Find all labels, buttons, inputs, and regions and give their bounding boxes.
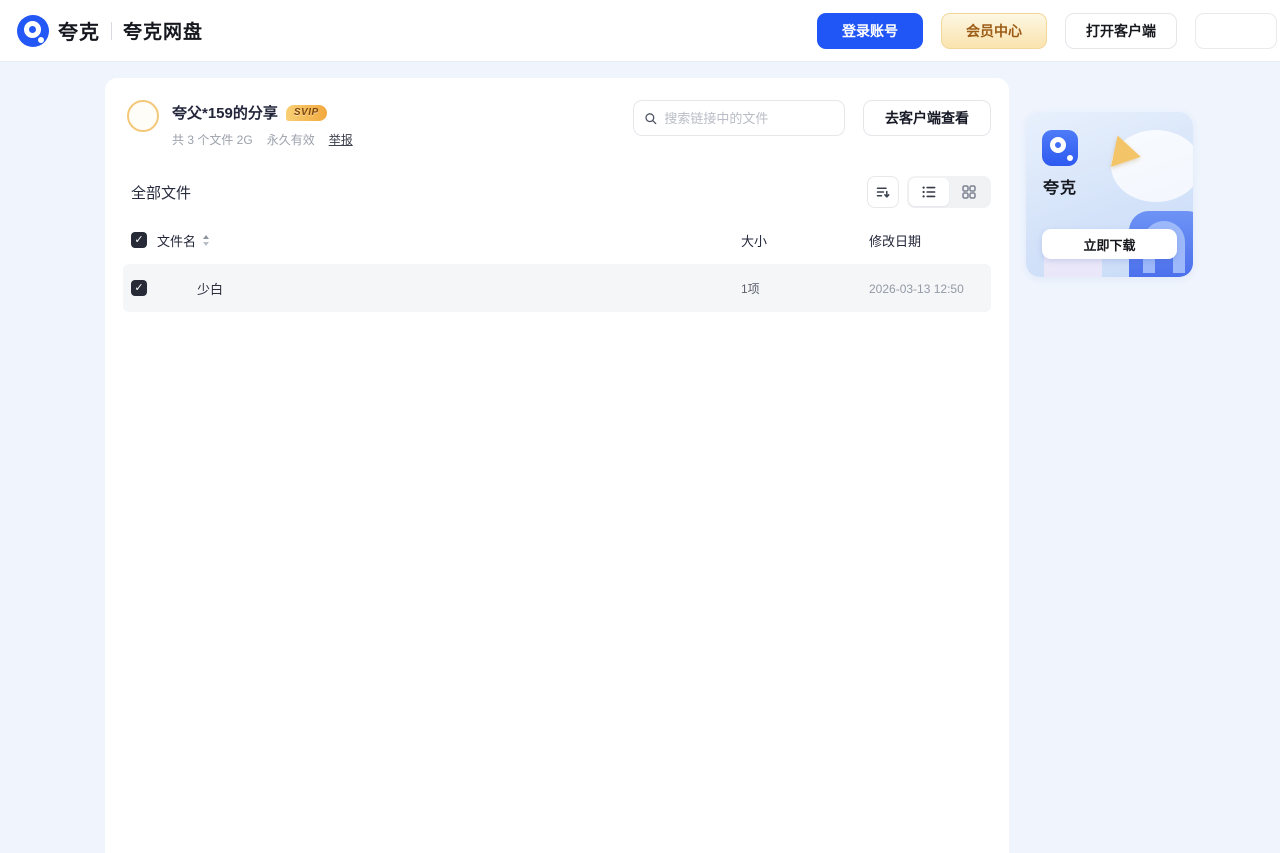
vip-center-button[interactable]: 会员中心 xyxy=(941,12,1047,49)
file-table: ✓ 文件名 大小 修改日期 ✓ 少白 1项 2026-03-13 12:50 xyxy=(105,222,1009,312)
view-mode-toggle xyxy=(907,176,991,208)
name-sort-carets[interactable] xyxy=(203,234,210,246)
quark-logo-ring xyxy=(24,20,41,38)
top-header: 夸克 夸克网盘 登录账号 会员中心 打开客户端 xyxy=(0,0,1280,62)
login-button[interactable]: 登录账号 xyxy=(817,12,923,49)
search-icon xyxy=(645,112,657,124)
open-client-button[interactable]: 打开客户端 xyxy=(1065,12,1177,49)
table-header-row: ✓ 文件名 大小 修改日期 xyxy=(123,222,991,258)
header-actions: 登录账号 会员中心 打开客户端 xyxy=(817,12,1280,49)
brand-divider xyxy=(111,21,112,40)
sort-desc-icon xyxy=(203,241,210,246)
share-header: 夸父*159的分享 SVIP 共 3 个文件 2G 永久有效 举报 搜索链接中的… xyxy=(105,78,1009,148)
files-toolbar: 全部文件 xyxy=(105,176,1009,208)
sort-order-button[interactable] xyxy=(867,176,899,208)
list-view-button[interactable] xyxy=(909,178,949,206)
quark-logo-dot xyxy=(38,36,44,43)
app-download-card: 夸克 立即下载 xyxy=(1026,112,1193,277)
check-icon: ✓ xyxy=(134,281,144,294)
brand-name: 夸克 xyxy=(58,22,100,44)
file-modified-date: 2026-03-13 12:50 xyxy=(869,281,964,296)
promo-app-name: 夸克 xyxy=(1043,180,1078,197)
file-name[interactable]: 少白 xyxy=(197,279,223,298)
report-link[interactable]: 举报 xyxy=(329,131,353,148)
extra-button[interactable] xyxy=(1195,12,1277,49)
search-input[interactable] xyxy=(664,110,834,126)
view-in-client-button[interactable]: 去客户端查看 xyxy=(863,100,991,136)
share-tools: 去客户端查看 xyxy=(633,100,991,136)
share-validity: 永久有效 xyxy=(266,133,315,147)
sort-icon xyxy=(876,187,890,198)
column-header-name[interactable]: 文件名 xyxy=(157,231,196,250)
check-icon: ✓ xyxy=(134,233,144,246)
share-title: 夸父*159的分享 xyxy=(172,105,278,122)
quark-app-icon xyxy=(1042,130,1078,166)
sharer-avatar xyxy=(127,100,159,132)
share-info: 夸父*159的分享 SVIP 共 3 个文件 2G 永久有效 举报 xyxy=(172,100,353,148)
quark-logo-icon[interactable] xyxy=(17,14,49,47)
file-size: 1项 xyxy=(741,281,760,296)
row-checkbox[interactable]: ✓ xyxy=(131,280,147,296)
page-body: 夸父*159的分享 SVIP 共 3 个文件 2G 永久有效 举报 搜索链接中的… xyxy=(0,62,1280,853)
select-all-checkbox[interactable]: ✓ xyxy=(131,232,147,248)
product-name: 夸克网盘 xyxy=(123,22,204,43)
download-now-button[interactable]: 立即下载 xyxy=(1042,229,1177,259)
grid-view-button[interactable] xyxy=(949,178,989,206)
column-header-size: 大小 xyxy=(741,233,768,249)
column-header-modified: 修改日期 xyxy=(869,233,922,249)
share-meta: 共 3 个文件 2G 永久有效 举报 xyxy=(172,131,353,148)
quark-app-icon-dot xyxy=(1067,155,1073,161)
section-title: 全部文件 xyxy=(131,184,192,202)
sort-asc-icon xyxy=(203,234,210,239)
share-file-count: 共 3 个文件 2G xyxy=(172,133,253,147)
list-view-icon xyxy=(922,186,936,198)
svip-badge: SVIP xyxy=(285,104,327,121)
grid-view-icon xyxy=(962,185,976,199)
quark-app-icon-ring xyxy=(1050,137,1066,153)
search-box[interactable] xyxy=(633,100,845,136)
table-row[interactable]: ✓ 少白 1项 2026-03-13 12:50 xyxy=(123,264,991,312)
share-panel: 夸父*159的分享 SVIP 共 3 个文件 2G 永久有效 举报 搜索链接中的… xyxy=(105,78,1009,853)
